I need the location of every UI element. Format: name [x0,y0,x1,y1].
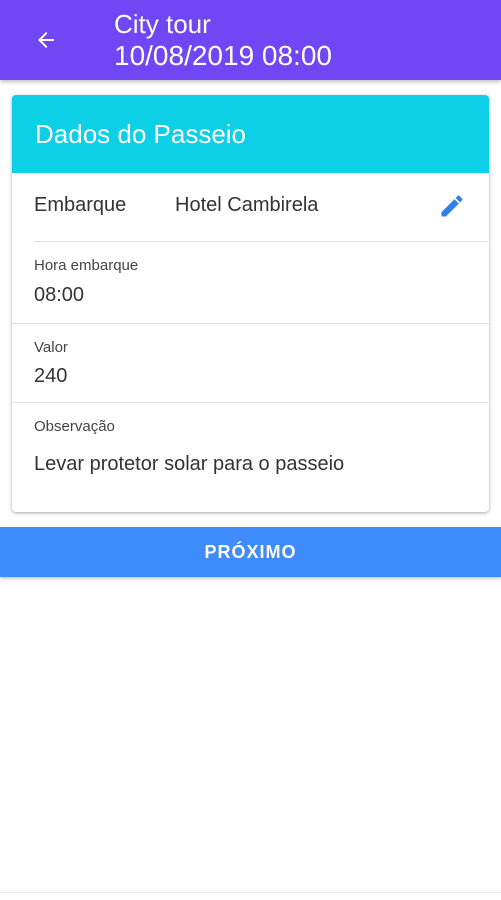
embarque-label: Embarque [34,194,127,216]
next-button[interactable]: PRÓXIMO [0,527,501,577]
app-bar: City tour 10/08/2019 08:00 [0,0,501,80]
hora-embarque-label: Hora embarque [34,257,139,274]
observacao-field[interactable]: Observação Levar protetor solar para o p… [12,403,489,512]
observacao-value: Levar protetor solar para o passeio [34,453,345,475]
app-screen: City tour 10/08/2019 08:00 Dados do Pass… [0,0,501,900]
hora-embarque-field[interactable]: Hora embarque 08:00 [12,242,489,324]
embarque-value: Hotel Cambirela [175,194,319,216]
embarque-row: Embarque Hotel Cambirela [34,173,489,242]
hora-embarque-value: 08:00 [34,284,85,306]
page-subtitle: 10/08/2019 08:00 [114,40,332,71]
app-bar-titles: City tour 10/08/2019 08:00 [114,9,332,73]
page-title: City tour [114,9,211,39]
back-button[interactable] [24,20,68,64]
tour-details-card: Dados do Passeio Embarque Hotel Cambirel… [12,95,489,512]
edit-embarque-button[interactable] [435,191,469,225]
observacao-label: Observação [34,418,115,435]
arrow-left-icon [34,28,58,57]
card-header: Dados do Passeio [12,95,489,173]
divider [0,892,501,893]
valor-field[interactable]: Valor 240 [12,324,489,403]
pencil-icon [438,192,466,225]
valor-label: Valor [34,339,68,356]
valor-value: 240 [34,365,68,387]
